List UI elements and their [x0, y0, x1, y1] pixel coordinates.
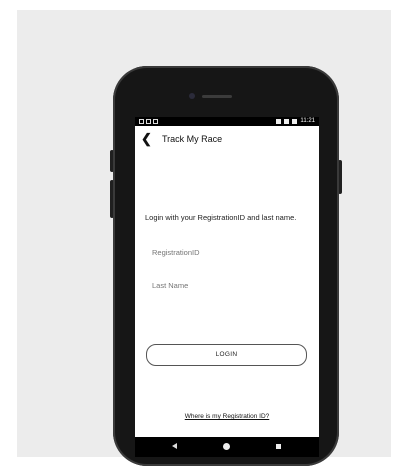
bluetooth-icon — [276, 119, 282, 124]
android-nav-bar — [135, 437, 319, 457]
front-camera — [189, 93, 195, 99]
notification-icon — [139, 119, 144, 124]
nav-recents-icon[interactable] — [276, 444, 281, 449]
nav-home-icon[interactable] — [223, 443, 230, 450]
phone-screen: 11:21 ❮ Track My Race Login with your Re… — [135, 117, 319, 457]
earpiece-speaker — [202, 95, 232, 98]
login-instruction: Login with your RegistrationID and last … — [145, 213, 297, 222]
back-arrow-icon[interactable]: ❮ — [141, 132, 153, 146]
registration-id-input[interactable] — [152, 248, 302, 257]
login-button[interactable]: LOGIN — [146, 344, 307, 366]
wifi-icon — [284, 119, 290, 124]
notification-icons — [139, 117, 158, 124]
app-bar: ❮ Track My Race — [135, 126, 319, 152]
battery-icon — [292, 119, 298, 124]
page-title: Track My Race — [162, 134, 223, 144]
status-bar: 11:21 — [135, 117, 319, 126]
notification-icon — [153, 119, 158, 124]
nav-back-icon[interactable] — [172, 443, 177, 449]
registration-id-help-link[interactable]: Where is my Registration ID? — [135, 413, 319, 420]
notification-icon — [146, 119, 151, 124]
last-name-input[interactable] — [152, 281, 302, 290]
status-icons: 11:21 — [276, 117, 315, 126]
status-time: 11:21 — [300, 118, 315, 124]
